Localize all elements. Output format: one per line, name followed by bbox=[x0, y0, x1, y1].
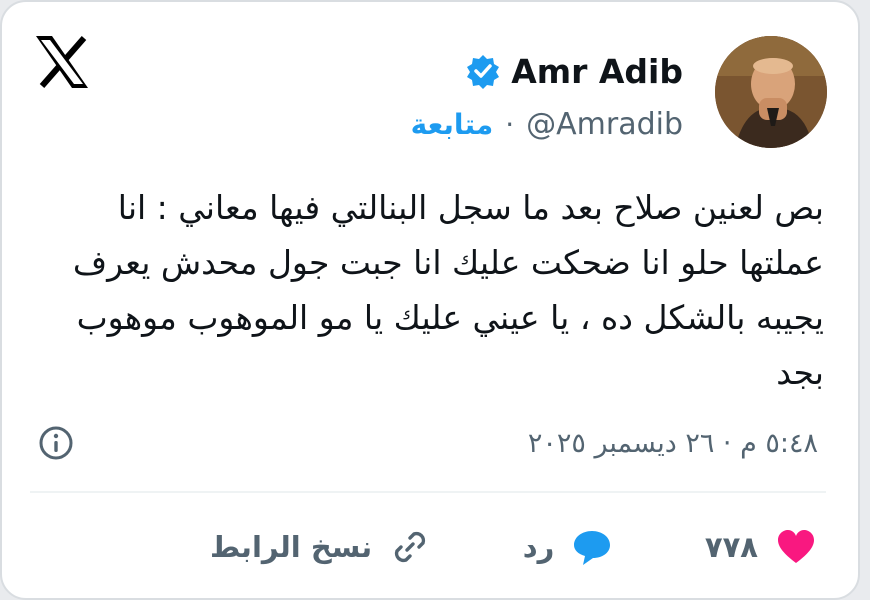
tweet-text-line: عملتها حلو انا ضحكت عليك انا جبت جول محد… bbox=[72, 243, 824, 282]
separator-dot: · bbox=[505, 107, 515, 141]
tweet-text-line: يجيبه بالشكل ده ، يا عيني عليك يا مو الم… bbox=[76, 298, 824, 337]
tweet-text: بص لعنين صلاح بعد ما سجل البنالتي فيها م… bbox=[36, 180, 824, 400]
tweet-card: Amr Adib متابعة · @Amradib بص لعنين صلاح… bbox=[0, 0, 860, 600]
action-bar: نسخ الرابط رد ٧٧٨ bbox=[210, 517, 818, 577]
info-icon[interactable] bbox=[36, 423, 76, 463]
follow-button[interactable]: متابعة bbox=[411, 108, 494, 141]
copy-link-label: نسخ الرابط bbox=[210, 530, 373, 564]
tweet-text-line: بص لعنين صلاح بعد ما سجل البنالتي فيها م… bbox=[117, 188, 824, 227]
avatar[interactable] bbox=[715, 36, 827, 148]
x-logo-icon[interactable] bbox=[32, 32, 92, 92]
tweet-text-line: بجد bbox=[776, 353, 824, 392]
like-button[interactable]: ٧٧٨ bbox=[705, 525, 818, 569]
link-icon bbox=[395, 531, 426, 563]
handle-row: متابعة · @Amradib bbox=[411, 102, 683, 146]
divider bbox=[30, 491, 826, 493]
author-handle[interactable]: @Amradib bbox=[526, 107, 683, 142]
tweet-timestamp[interactable]: ٥:٤٨ م · ٢٦ ديسمبر ٢٠٢٥ bbox=[528, 428, 818, 459]
verified-badge-icon bbox=[467, 55, 500, 89]
reply-bubble-icon bbox=[574, 531, 611, 565]
meta-row: ٥:٤٨ م · ٢٦ ديسمبر ٢٠٢٥ bbox=[36, 420, 818, 466]
heart-icon bbox=[778, 530, 814, 563]
author-name-row: Amr Adib bbox=[465, 46, 683, 96]
reply-label: رد bbox=[522, 530, 555, 564]
reply-button[interactable]: رد bbox=[523, 525, 615, 569]
copy-link-button[interactable]: نسخ الرابط bbox=[210, 525, 432, 569]
author-name[interactable]: Amr Adib bbox=[511, 52, 683, 91]
like-count: ٧٧٨ bbox=[704, 530, 758, 564]
